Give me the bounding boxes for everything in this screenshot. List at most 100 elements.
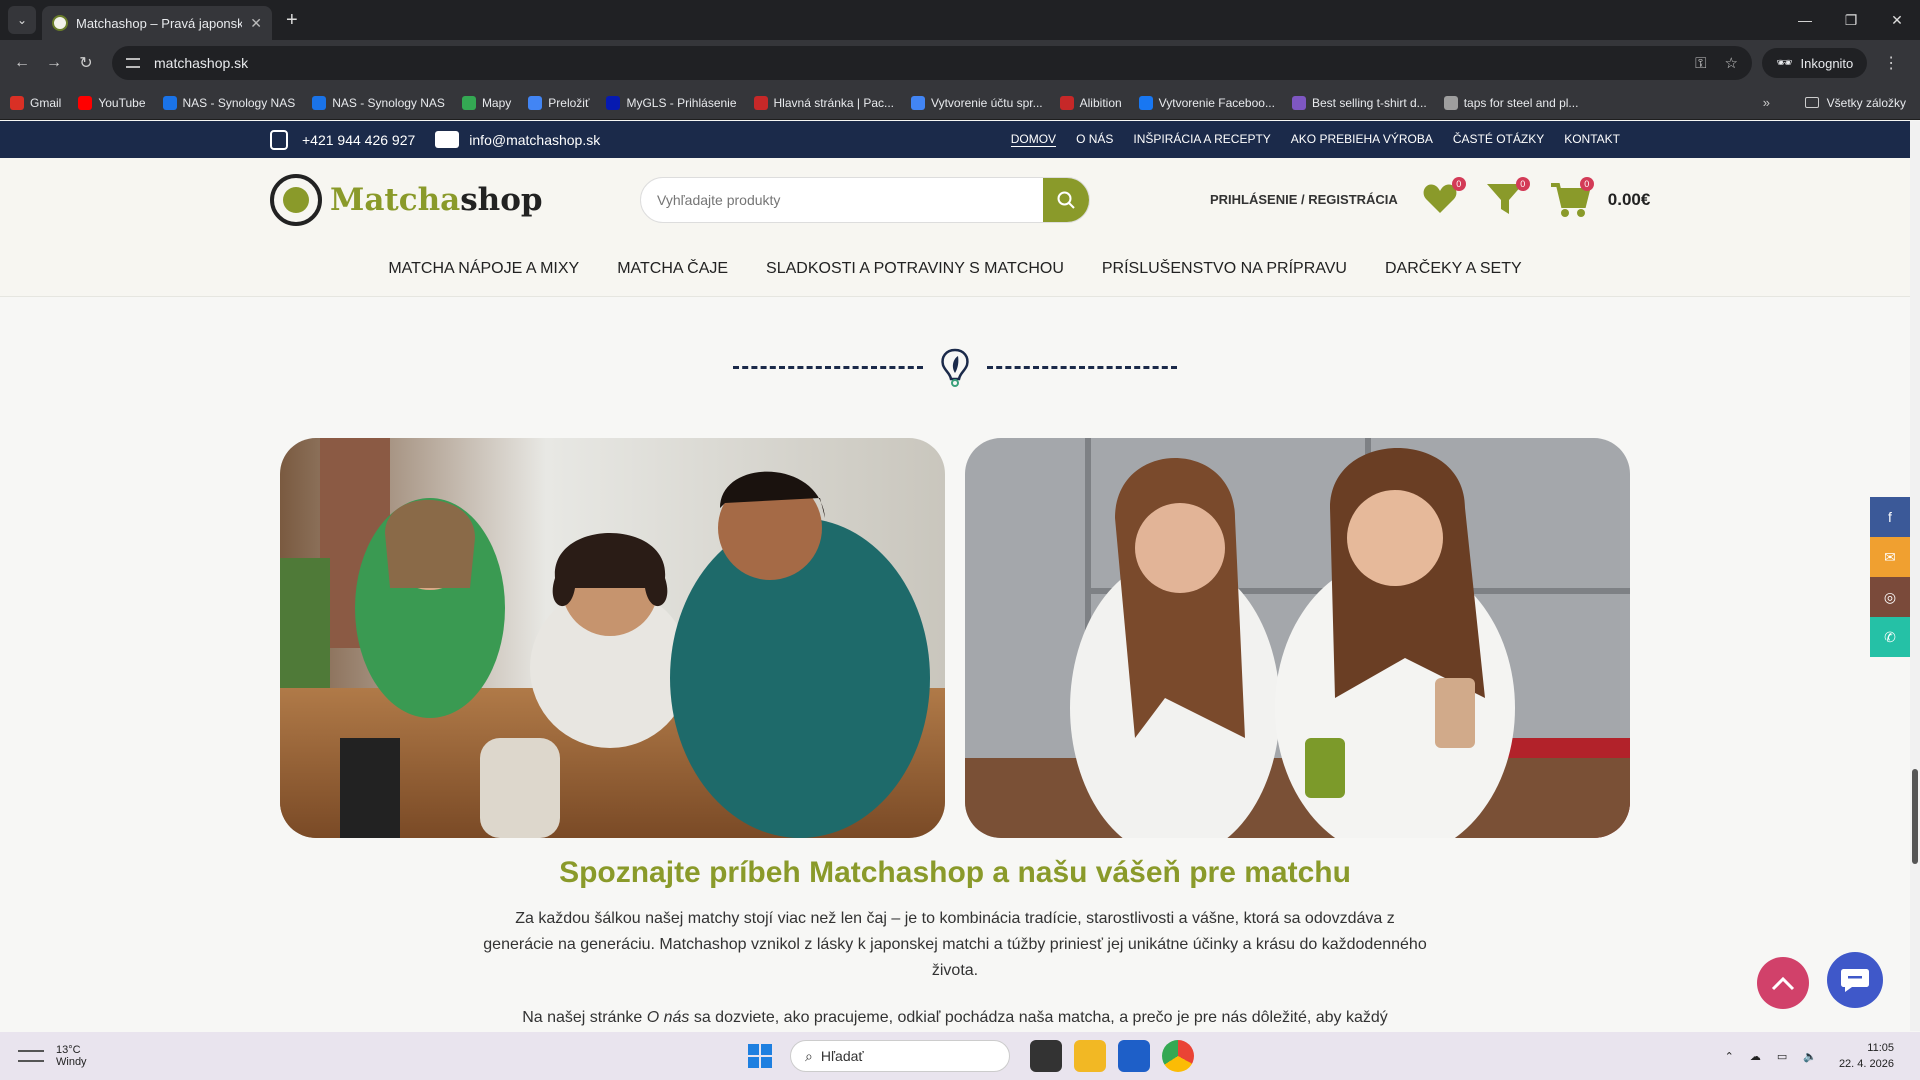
browser-tabbar: ⌄ Matchashop – Pravá japonská m ✕ + — ❐ …: [0, 0, 1920, 40]
bookmark-item[interactable]: Vytvorenie účtu spr...: [911, 95, 1043, 110]
top-contact-bar: +421 944 426 927 info@matchashop.sk DOMO…: [0, 121, 1910, 158]
password-key-icon[interactable]: ⚿: [1695, 55, 1706, 72]
forward-icon[interactable]: →: [38, 54, 70, 72]
search-input[interactable]: [641, 191, 1043, 208]
matcha-logo-icon: [270, 173, 322, 226]
bookmark-favicon-icon: [10, 95, 24, 110]
top-nav-domov[interactable]: DOMOV: [1010, 132, 1057, 147]
top-nav: DOMOV O NÁS INŠPIRÁCIA A RECEPTY AKO PRE…: [991, 132, 1620, 147]
site-logo[interactable]: Matchashop: [270, 173, 543, 226]
instagram-icon[interactable]: ◎: [1870, 577, 1910, 617]
divider-line-right: [987, 365, 1177, 369]
cart-button[interactable]: 0: [1550, 176, 1594, 219]
bookmark-label: Hlavná stránka | Pac...: [773, 95, 895, 110]
site-header: Matchashop PRIHLÁSENIE / REGISTRÁCIA 0: [0, 158, 1910, 241]
search-button[interactable]: [1043, 177, 1089, 222]
email-address[interactable]: info@matchashop.sk: [469, 132, 600, 148]
bookmark-item[interactable]: Mapy: [461, 95, 511, 110]
facebook-icon[interactable]: f: [1870, 497, 1910, 537]
store-icon[interactable]: [1118, 1040, 1150, 1072]
address-bar[interactable]: matchashop.sk ⚿ ☆: [112, 46, 1752, 80]
weather-widget[interactable]: 13°C Windy: [18, 1044, 87, 1068]
social-share-bar: f ✉ ◎ ✆: [1870, 497, 1910, 657]
whatsapp-icon[interactable]: ✆: [1870, 617, 1910, 657]
new-tab-button[interactable]: +: [286, 9, 298, 32]
bookmark-star-icon[interactable]: ☆: [1725, 54, 1738, 72]
nav-darceky[interactable]: DARČEKY A SETY: [1385, 260, 1522, 278]
url-text[interactable]: matchashop.sk: [154, 55, 1677, 71]
windows-start-icon[interactable]: [748, 1044, 772, 1068]
bookmark-item[interactable]: NAS - Synology NAS: [312, 95, 445, 110]
phone-contact[interactable]: +421 944 426 927: [270, 129, 415, 150]
top-nav-kontakt[interactable]: KONTAKT: [1564, 132, 1620, 147]
tray-chevron-icon[interactable]: ⌃: [1725, 1050, 1734, 1063]
filter-button[interactable]: 0: [1486, 176, 1530, 219]
cart-total[interactable]: 0.00€: [1608, 190, 1651, 210]
top-nav-faq[interactable]: ČASTÉ OTÁZKY: [1453, 132, 1544, 147]
minimize-icon[interactable]: —: [1782, 0, 1828, 40]
file-explorer-icon[interactable]: [1074, 1040, 1106, 1072]
bookmark-item[interactable]: NAS - Synology NAS: [162, 95, 295, 110]
top-nav-inspiracia[interactable]: INŠPIRÁCIA A RECEPTY: [1133, 132, 1270, 147]
login-register-link[interactable]: PRIHLÁSENIE / REGISTRÁCIA: [1210, 192, 1398, 207]
task-view-icon[interactable]: [1030, 1040, 1062, 1072]
volume-icon[interactable]: 🔈: [1803, 1050, 1817, 1063]
phone-icon: [270, 129, 288, 150]
bookmark-item[interactable]: YouTube: [78, 95, 146, 110]
scroll-to-top-button[interactable]: [1757, 957, 1809, 1009]
chat-button[interactable]: [1827, 952, 1883, 1008]
network-icon[interactable]: ▭: [1777, 1050, 1787, 1063]
logo-text: Matchashop: [330, 181, 543, 218]
browser-menu-icon[interactable]: ⋮: [1883, 53, 1899, 73]
tab-search-button[interactable]: ⌄: [8, 6, 36, 34]
phone-number[interactable]: +421 944 426 927: [302, 132, 415, 148]
bookmark-label: Vytvorenie Faceboo...: [1158, 95, 1275, 110]
bookmark-item[interactable]: Hlavná stránka | Pac...: [753, 95, 895, 110]
page-scrollbar[interactable]: [1910, 121, 1920, 1031]
more-bookmarks-icon[interactable]: »: [1763, 95, 1770, 110]
nav-prislusenstvo[interactable]: PRÍSLUŠENSTVO NA PRÍPRAVU: [1102, 260, 1347, 278]
back-icon[interactable]: ←: [6, 54, 38, 72]
bookmark-item[interactable]: Preložiť: [528, 95, 589, 110]
section-divider: [733, 347, 1177, 387]
bookmark-item[interactable]: Alibition: [1059, 95, 1122, 110]
incognito-indicator[interactable]: 🕶 Inkognito: [1762, 48, 1868, 78]
reload-icon[interactable]: ↻: [70, 53, 102, 73]
wishlist-button[interactable]: 0: [1422, 176, 1466, 219]
email-contact[interactable]: info@matchashop.sk: [435, 131, 600, 148]
friends-cafe-photo: [280, 438, 945, 838]
bookmark-favicon-icon: [911, 95, 926, 110]
bookmark-item[interactable]: taps for steel and pl...: [1443, 95, 1578, 110]
about-heading: Spoznajte príbeh Matchashop a našu vášeň…: [559, 856, 1351, 889]
nav-sladkosti[interactable]: SLADKOSTI A POTRAVINY S MATCHOU: [766, 260, 1064, 278]
email-share-icon[interactable]: ✉: [1870, 537, 1910, 577]
restore-icon[interactable]: ❐: [1828, 0, 1874, 40]
about-link[interactable]: O nás: [647, 1009, 690, 1026]
nav-matcha-caje[interactable]: MATCHA ČAJE: [617, 260, 728, 278]
top-nav-o-nas[interactable]: O NÁS: [1076, 132, 1113, 147]
wishlist-count: 0: [1451, 176, 1466, 191]
bookmark-item[interactable]: Gmail: [10, 95, 61, 110]
nav-matcha-napoje[interactable]: MATCHA NÁPOJE A MIXY: [388, 260, 579, 278]
browser-toolbar: ← → ↻ matchashop.sk ⚿ ☆ 🕶 Inkognito ⋮: [0, 40, 1920, 86]
bookmark-item[interactable]: Best selling t-shirt d...: [1291, 95, 1427, 110]
cloud-icon[interactable]: ☁: [1750, 1050, 1761, 1063]
site-info-icon[interactable]: [126, 58, 140, 68]
women-phones-photo: [965, 438, 1630, 838]
close-window-icon[interactable]: ✕: [1874, 0, 1920, 40]
close-tab-icon[interactable]: ✕: [250, 15, 262, 32]
top-nav-vyroba[interactable]: AKO PREBIEHA VÝROBA: [1291, 132, 1433, 147]
clock[interactable]: 11:05 22. 4. 2026: [1839, 1040, 1894, 1072]
browser-tab-active[interactable]: Matchashop – Pravá japonská m ✕: [42, 6, 272, 40]
taskbar-search[interactable]: ⌕ Hľadať: [790, 1040, 1010, 1072]
bookmark-item[interactable]: Vytvorenie Faceboo...: [1138, 95, 1275, 110]
bookmark-favicon-icon: [1443, 95, 1458, 110]
bookmark-favicon-icon: [606, 95, 621, 110]
bookmarks-bar: Gmail YouTube NAS - Synology NAS NAS - Syno…: [0, 86, 1920, 120]
bookmark-item[interactable]: MyGLS - Prihlásenie: [606, 95, 737, 110]
about-paragraph-2: Na našej stránke O nás sa dozviete, ako …: [522, 1009, 1388, 1026]
all-bookmarks-button[interactable]: Všetky záložky: [1804, 96, 1906, 110]
scrollbar-thumb[interactable]: [1912, 769, 1918, 864]
window-controls: — ❐ ✕: [1782, 0, 1920, 40]
chrome-icon[interactable]: [1162, 1040, 1194, 1072]
